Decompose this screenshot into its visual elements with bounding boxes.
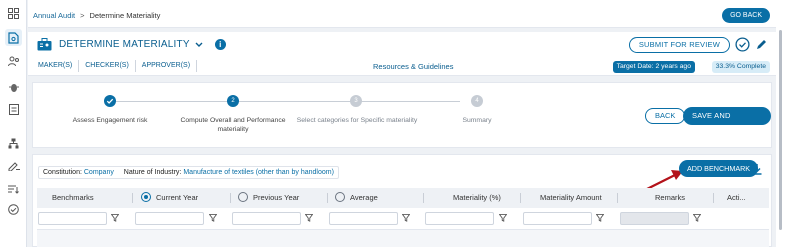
step-4-label: Summary	[462, 117, 492, 124]
tab-checkers[interactable]: CHECKER(S)	[79, 60, 136, 72]
step-4-marker: 4	[471, 95, 483, 107]
pencil-plus-icon[interactable]	[5, 157, 22, 174]
filter-row	[37, 210, 769, 226]
document-icon[interactable]	[5, 29, 22, 46]
industry-value: Manufacture of textiles (other than by h…	[183, 169, 334, 176]
remarks-filter-input	[620, 212, 689, 225]
column-divider	[617, 193, 618, 203]
submit-for-review-button[interactable]: SUBMIT FOR REVIEW	[628, 37, 730, 53]
column-divider	[520, 193, 521, 203]
breadcrumb-separator: >	[80, 11, 85, 20]
list-icon[interactable]	[5, 101, 22, 118]
briefcase-icon	[37, 38, 52, 51]
col-current-year-label: Current Year	[156, 193, 199, 202]
col-previous-year[interactable]: Previous Year	[238, 188, 299, 208]
step-2-marker: 2	[227, 95, 239, 107]
page-header: DETERMINE MATERIALITY i SUBMIT FOR REVIE…	[28, 32, 776, 76]
users-icon[interactable]	[5, 53, 22, 70]
col-average[interactable]: Average	[335, 188, 378, 208]
funnel-icon[interactable]	[402, 214, 410, 222]
materiality-amount-filter-input[interactable]	[523, 212, 592, 225]
stepper-connector	[110, 101, 460, 102]
title-row: DETERMINE MATERIALITY i	[37, 38, 226, 51]
breadcrumb-root-link[interactable]: Annual Audit	[33, 11, 75, 20]
average-filter-input[interactable]	[329, 212, 398, 225]
edit-icon[interactable]	[755, 38, 768, 51]
breadcrumb: Annual Audit > Determine Materiality	[33, 11, 160, 20]
table-row[interactable]	[37, 229, 769, 247]
tab-approvers[interactable]: APPROVER(S)	[136, 60, 198, 72]
scrollbar-thumb[interactable]	[779, 30, 782, 230]
current-year-filter-input[interactable]	[135, 212, 204, 225]
step-2-label: Compute Overall and Performance material…	[180, 117, 286, 133]
col-remarks[interactable]: Remarks	[655, 188, 685, 208]
column-divider	[423, 193, 424, 203]
role-tabs: MAKER(S) CHECKER(S) APPROVER(S)	[32, 60, 198, 72]
column-divider	[230, 193, 231, 203]
check-icon	[106, 98, 114, 104]
target-date-badge: Target Date: 2 years ago	[612, 61, 695, 73]
constitution-label: Constitution:	[43, 169, 82, 176]
col-previous-year-label: Previous Year	[253, 193, 300, 202]
top-bar: Annual Audit > Determine Materiality GO BA…	[28, 0, 776, 28]
col-materiality-amount[interactable]: Materiality Amount	[540, 188, 602, 208]
page-scrollbar[interactable]	[776, 0, 794, 247]
col-benchmarks[interactable]: Benchmarks	[52, 188, 94, 208]
funnel-icon[interactable]	[596, 214, 604, 222]
materiality-pct-filter-input[interactable]	[425, 212, 494, 225]
benchmarks-panel: Constitution: Company Nature of Industry…	[32, 154, 772, 247]
resources-guidelines-link[interactable]: Resources & Guidelines	[373, 62, 453, 71]
info-icon[interactable]: i	[214, 39, 226, 50]
bug-icon[interactable]	[5, 79, 22, 96]
funnel-icon[interactable]	[305, 214, 313, 222]
download-icon[interactable]	[751, 163, 763, 175]
page-title: DETERMINE MATERIALITY	[59, 39, 190, 50]
average-radio[interactable]	[335, 192, 345, 203]
main-area: Annual Audit > Determine Materiality GO BA…	[28, 0, 776, 247]
org-chart-icon[interactable]	[5, 135, 22, 152]
funnel-icon[interactable]	[693, 214, 701, 222]
left-nav-rail	[0, 0, 27, 247]
column-divider	[713, 193, 714, 203]
industry-label: Nature of Industry:	[123, 169, 182, 176]
col-actions[interactable]: Acti...	[727, 188, 746, 208]
go-back-button[interactable]: GO BACK	[722, 8, 770, 23]
back-button[interactable]: BACK	[645, 108, 686, 124]
tab-makers[interactable]: MAKER(S)	[32, 60, 80, 72]
previous-year-filter-input[interactable]	[232, 212, 301, 225]
col-current-year[interactable]: Current Year	[141, 188, 198, 208]
funnel-icon[interactable]	[111, 214, 119, 222]
check-circle-icon[interactable]	[735, 37, 750, 52]
save-and-proceed-button[interactable]: SAVE AND PROCEED	[683, 107, 771, 138]
funnel-icon[interactable]	[499, 214, 507, 222]
check-circle-icon[interactable]	[5, 201, 22, 218]
previous-year-radio[interactable]	[238, 192, 248, 203]
add-benchmark-button[interactable]: ADD BENCHMARK	[679, 160, 759, 177]
table-header-row: Benchmarks Current Year Previous Year Av…	[37, 188, 769, 208]
completion-badge: 33.3% Complete	[711, 61, 770, 73]
funnel-icon[interactable]	[209, 214, 217, 222]
progress-stepper: Assess Engagement risk 2 Compute Overall…	[32, 82, 772, 148]
benchmarks-filter-input[interactable]	[38, 212, 107, 225]
col-materiality-pct[interactable]: Materiality (%)	[453, 188, 501, 208]
sort-icon[interactable]	[5, 180, 22, 197]
breadcrumb-current: Determine Materiality	[89, 11, 161, 20]
step-1-label: Assess Engagement risk	[72, 117, 148, 124]
step-3-label: Select categories for Specific materiali…	[296, 117, 418, 124]
entity-info: Constitution: Company Nature of Industry…	[38, 166, 339, 179]
column-divider	[327, 193, 328, 203]
step-3-marker: 3	[350, 95, 362, 107]
column-divider	[132, 193, 133, 203]
grid-icon[interactable]	[5, 5, 22, 22]
constitution-value: Company	[83, 169, 114, 176]
col-average-label: Average	[350, 193, 378, 202]
current-year-radio[interactable]	[141, 192, 151, 203]
chevron-down-icon[interactable]	[195, 42, 203, 48]
step-1-marker	[104, 95, 116, 107]
